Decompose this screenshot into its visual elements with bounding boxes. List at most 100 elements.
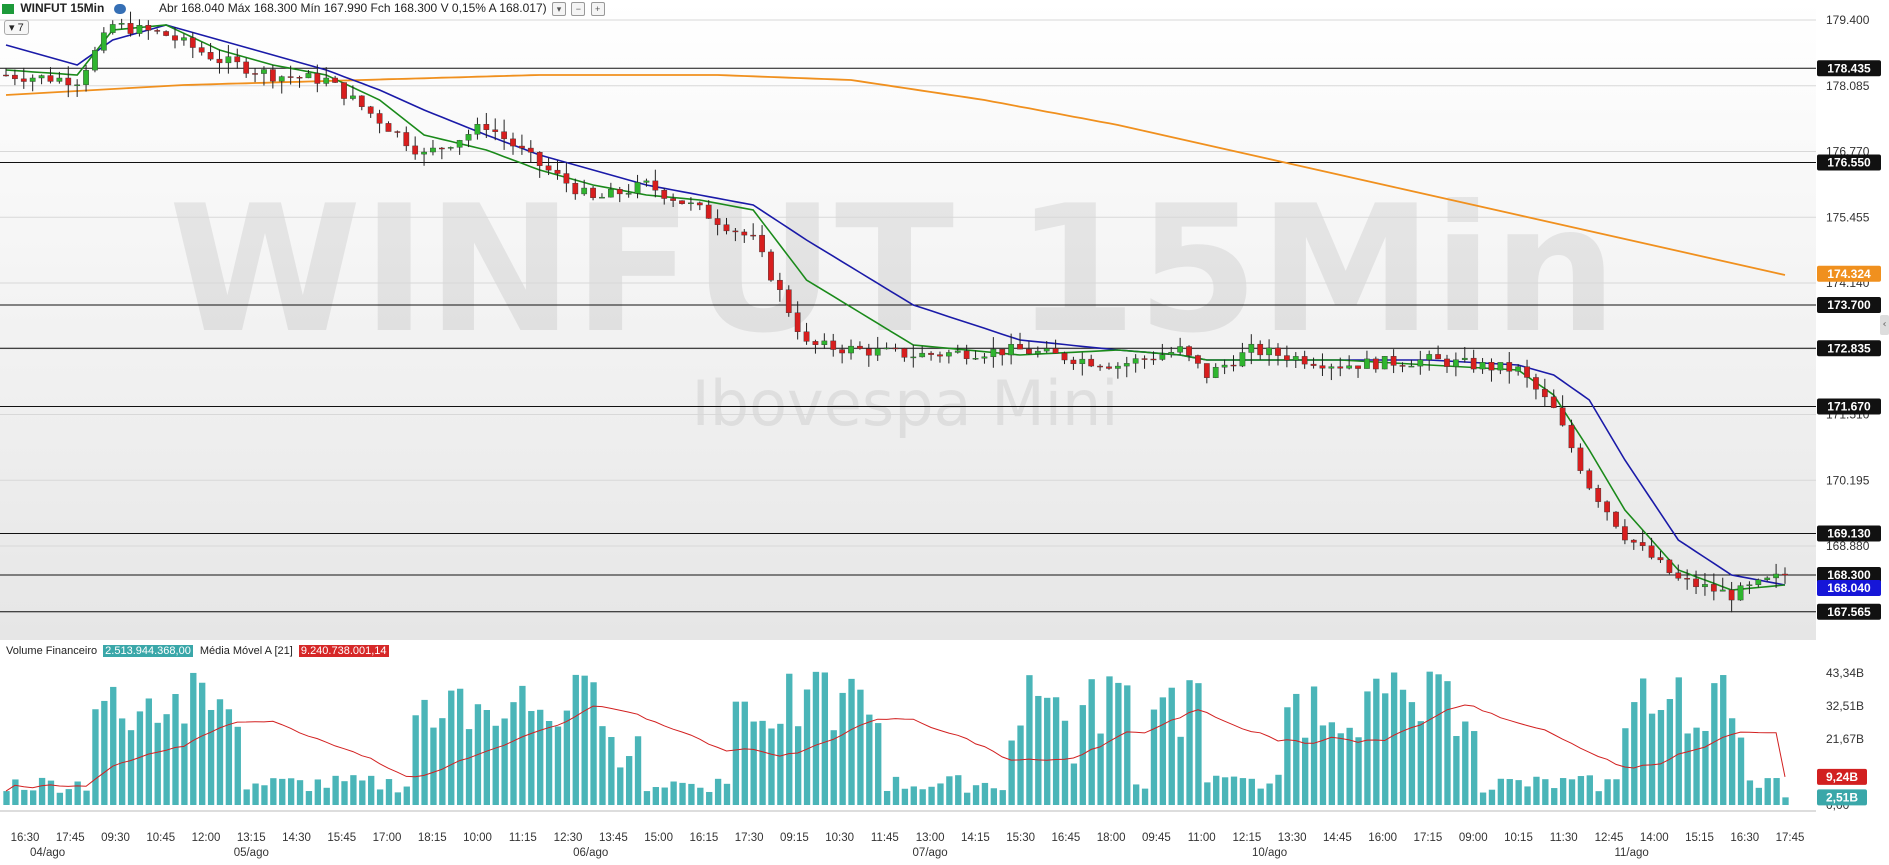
candle (1017, 344, 1023, 350)
volume-tick-label: 43,34B (1826, 666, 1864, 680)
volume-bar (243, 789, 250, 805)
candle (536, 152, 543, 166)
volume-bar (1782, 797, 1789, 805)
volume-bar (617, 767, 624, 805)
candle (3, 74, 9, 77)
candle (1595, 488, 1602, 502)
volume-ma-label: Média Móvel A [21] (199, 645, 293, 657)
candle (972, 358, 979, 360)
volume-bar (608, 737, 615, 805)
time-tick-label: 13:45 (599, 832, 628, 844)
volume-bar (1257, 788, 1264, 805)
candle (643, 180, 650, 183)
candle (12, 74, 18, 80)
camera-icon[interactable] (113, 3, 126, 14)
time-tick-label: 17:30 (735, 832, 764, 844)
candle (225, 56, 232, 64)
volume-bar (972, 785, 980, 805)
volume-bar (1657, 710, 1665, 805)
time-tick-label: 10:15 (1504, 832, 1533, 844)
volume-bar (1044, 697, 1051, 805)
candle (136, 24, 143, 34)
time-axis-bg (0, 810, 1816, 865)
candle (865, 348, 872, 356)
candle (385, 123, 392, 132)
candle (1622, 526, 1628, 541)
volume-bar (1319, 725, 1327, 805)
candle (1079, 358, 1086, 364)
candle (1115, 365, 1121, 369)
price-level-tag: 171.670 (1827, 400, 1871, 414)
volume-tick-label: 21,67B (1826, 732, 1864, 746)
candle (109, 24, 116, 33)
candle (812, 341, 819, 345)
candle (652, 180, 659, 191)
candle (438, 147, 445, 150)
candle (519, 145, 525, 149)
volume-bar (1266, 783, 1273, 805)
volume-bar (1026, 675, 1033, 805)
volume-bar (1426, 671, 1433, 805)
volume-bar (537, 709, 544, 805)
candle (1257, 343, 1264, 356)
candle (1221, 364, 1228, 368)
candle (572, 182, 579, 195)
volume-bar (394, 792, 402, 805)
volume-bar (643, 791, 651, 805)
volume-bar (296, 780, 304, 805)
plus-icon[interactable]: + (590, 1, 605, 16)
price-chart[interactable]: WINFUT 15Min Ibovespa Mini 179.400 178.08… (0, 0, 1889, 865)
candle (1497, 362, 1504, 371)
candle (1461, 357, 1468, 360)
volume-bar (314, 779, 321, 805)
candle (252, 73, 258, 75)
volume-bar (83, 790, 90, 805)
candle (145, 24, 152, 31)
candle (723, 224, 730, 232)
volume-bar (1435, 674, 1442, 805)
volume-bar (919, 789, 926, 805)
volume-bar (1746, 780, 1754, 805)
price-level-tag: 172.835 (1827, 341, 1871, 355)
volume-bar (127, 730, 135, 805)
volume-bar (1471, 731, 1478, 805)
volume-bar (528, 711, 535, 805)
volume-bar (1195, 683, 1202, 805)
time-tick-label: 16:45 (1052, 832, 1081, 844)
volume-bar (47, 780, 55, 805)
symbol-label[interactable]: WINFUT 15Min (20, 1, 104, 15)
ohlc-readout: Abr 168.040 Máx 168.300 Mín 167.990 Fch … (159, 1, 547, 15)
candle (616, 189, 623, 195)
indicators-toggle[interactable]: ▾ 7 (4, 20, 29, 35)
candle (1657, 557, 1664, 561)
candle (56, 77, 63, 82)
candle (1568, 424, 1575, 449)
volume-bar (1115, 682, 1122, 805)
candle (705, 204, 712, 219)
candle (278, 76, 285, 82)
candle (1292, 356, 1299, 361)
volume-bar (1302, 737, 1309, 805)
candle (750, 234, 757, 237)
volume-bar (1533, 776, 1540, 805)
volume-bar (1479, 792, 1487, 805)
dropdown-icon[interactable]: ▾ (552, 1, 566, 16)
candle (1043, 348, 1050, 352)
candle (554, 169, 561, 174)
candle (1675, 572, 1682, 579)
volume-bar (1702, 730, 1709, 805)
volume-bar (1186, 680, 1193, 805)
volume-bar (1221, 777, 1229, 805)
collapse-handle-icon[interactable]: ‹ (1880, 315, 1889, 335)
candle (332, 77, 338, 83)
volume-bar (625, 756, 633, 805)
volume-bar (1417, 721, 1424, 805)
chart-header: WINFUT 15Min Abr 168.040 Máx 168.300 Mín… (0, 1, 605, 16)
volume-bar (1364, 691, 1371, 805)
volume-bar (697, 787, 704, 805)
volume-bar (234, 726, 241, 805)
candle (1381, 356, 1388, 370)
candle (679, 200, 685, 204)
candle (732, 230, 739, 233)
minus-icon[interactable]: − (571, 1, 586, 16)
